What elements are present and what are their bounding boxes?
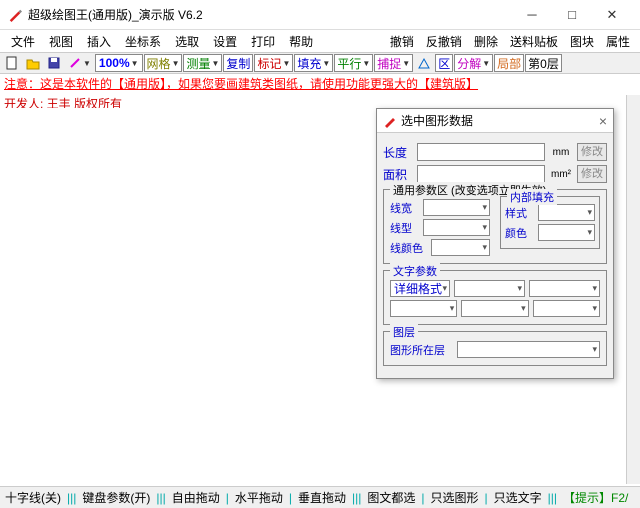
menu-coord[interactable]: 坐标系 <box>118 33 168 50</box>
length-modify-button[interactable]: 修改 <box>577 143 607 161</box>
statusbar: 十字线(关)||| 键盘参数(开)||| 自由拖动| 水平拖动| 垂直拖动|||… <box>0 486 640 508</box>
menubar: 文件 视图 插入 坐标系 选取 设置 打印 帮助 撤销 反撤销 删除 送料贴板 … <box>0 30 640 52</box>
layer-group-title: 图层 <box>390 324 418 340</box>
tool-parallel[interactable]: 平行▼ <box>334 54 373 72</box>
menu-props[interactable]: 属性 <box>600 33 636 50</box>
layer-label: 图形所在层 <box>390 342 454 358</box>
style-select[interactable] <box>538 204 595 221</box>
status-selall[interactable]: 图文都选 <box>364 489 418 506</box>
tool-grid[interactable]: 网格▼ <box>144 54 183 72</box>
linecolor-select[interactable] <box>431 239 490 256</box>
tool-snap[interactable]: 捕捉▼ <box>374 54 413 72</box>
tool-zone[interactable]: 区 <box>435 54 453 72</box>
linewidth-label: 线宽 <box>390 200 420 216</box>
tool-measure[interactable]: 测量▼ <box>183 54 222 72</box>
area-unit: mm² <box>549 169 573 180</box>
menu-delete[interactable]: 删除 <box>468 33 504 50</box>
style-label: 样式 <box>505 205 535 221</box>
text-select-6[interactable] <box>533 300 600 317</box>
text-select-3[interactable] <box>529 280 600 297</box>
status-free-drag[interactable]: 自由拖动 <box>169 489 223 506</box>
panel-close-icon[interactable]: × <box>599 113 607 129</box>
menu-undo[interactable]: 撤销 <box>384 33 420 50</box>
toolbar: ▼ 100%▼ 网格▼ 测量▼ 复制 标记▼ 填充▼ 平行▼ 捕捉▼ 区 分解▼… <box>0 52 640 74</box>
new-icon[interactable] <box>2 54 22 72</box>
save-icon[interactable] <box>44 54 64 72</box>
linewidth-select[interactable] <box>423 199 490 216</box>
tool-split[interactable]: 分解▼ <box>454 54 493 72</box>
status-keyboard[interactable]: 键盘参数(开) <box>79 489 153 506</box>
linetype-select[interactable] <box>423 219 490 236</box>
menu-help[interactable]: 帮助 <box>282 33 320 50</box>
length-unit: mm <box>549 147 573 158</box>
app-icon <box>8 8 22 22</box>
menu-print[interactable]: 打印 <box>244 33 282 50</box>
tool-misc-icon[interactable]: ▼ <box>65 54 94 72</box>
detail-format-select[interactable]: 详细格式 <box>390 280 450 297</box>
status-hdrag[interactable]: 水平拖动 <box>232 489 286 506</box>
tool-layer[interactable]: 第0层 <box>525 54 562 72</box>
menu-settings[interactable]: 设置 <box>206 33 244 50</box>
length-input[interactable] <box>417 143 545 161</box>
menu-redo[interactable]: 反撤销 <box>420 33 468 50</box>
status-seltext[interactable]: 只选文字 <box>491 489 545 506</box>
linetype-label: 线型 <box>390 220 420 236</box>
menu-view[interactable]: 视图 <box>42 33 80 50</box>
area-label: 面积 <box>383 166 413 183</box>
minimize-button[interactable]: ─ <box>512 1 552 29</box>
area-modify-button[interactable]: 修改 <box>577 165 607 183</box>
selection-data-panel: 选中图形数据 × 长度 mm 修改 面积 mm² 修改 通用参数区 (改变选项立… <box>376 108 614 379</box>
text-select-4[interactable] <box>390 300 457 317</box>
tool-copy[interactable]: 复制 <box>223 54 253 72</box>
close-button[interactable]: ✕ <box>592 1 632 29</box>
panel-icon <box>383 114 397 128</box>
tool-fill[interactable]: 填充▼ <box>294 54 333 72</box>
menu-select[interactable]: 选取 <box>168 33 206 50</box>
status-tip: 【提示】F2/ <box>560 489 631 506</box>
notice-bar: 注意：这是本软件的【通用版】，如果您要画建筑类图纸，请使用功能更强大的【建筑版】 <box>0 74 640 93</box>
maximize-button[interactable]: □ <box>552 1 592 29</box>
area-input[interactable] <box>417 165 545 183</box>
vertical-scrollbar[interactable] <box>626 95 640 484</box>
color-label: 颜色 <box>505 225 535 241</box>
menu-block[interactable]: 图块 <box>564 33 600 50</box>
status-selgraph[interactable]: 只选图形 <box>428 489 482 506</box>
panel-title: 选中图形数据 <box>401 112 473 129</box>
text-select-5[interactable] <box>461 300 528 317</box>
menu-file[interactable]: 文件 <box>4 33 42 50</box>
innerfill-title: 内部填充 <box>507 189 557 205</box>
zoom-level[interactable]: 100%▼ <box>95 54 143 72</box>
color-select[interactable] <box>538 224 595 241</box>
text-select-2[interactable] <box>454 280 525 297</box>
layer-select[interactable] <box>457 341 600 358</box>
status-crosshair[interactable]: 十字线(关) <box>2 489 64 506</box>
linecolor-label: 线颜色 <box>390 240 428 256</box>
menu-insert[interactable]: 插入 <box>80 33 118 50</box>
tool-shape-icon[interactable] <box>414 54 434 72</box>
open-icon[interactable] <box>23 54 43 72</box>
length-label: 长度 <box>383 144 413 161</box>
status-vdrag[interactable]: 垂直拖动 <box>295 489 349 506</box>
menu-clipboard[interactable]: 送料贴板 <box>504 33 564 50</box>
window-title: 超级绘图王(通用版)_演示版 V6.2 <box>28 6 512 23</box>
tool-mark[interactable]: 标记▼ <box>254 54 293 72</box>
text-params-title: 文字参数 <box>390 263 440 279</box>
tool-local[interactable]: 局部 <box>494 54 524 72</box>
